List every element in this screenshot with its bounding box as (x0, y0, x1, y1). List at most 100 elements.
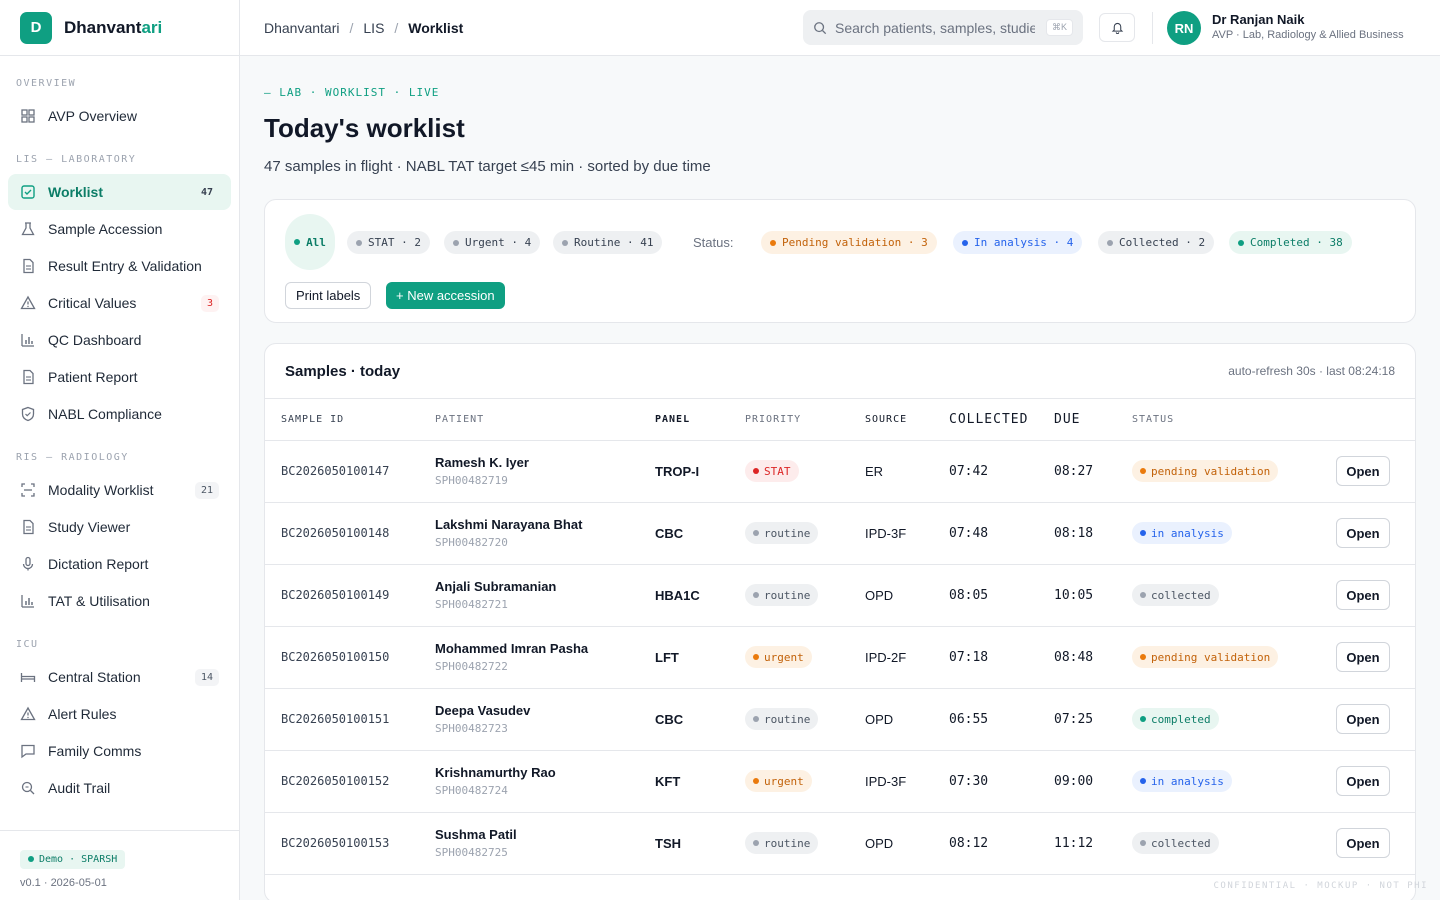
patient-name[interactable]: Anjali Subramanian (435, 579, 655, 594)
patient-cell: Deepa Vasudev SPH00482723 (435, 688, 655, 751)
due-time: 11:12 (1054, 812, 1132, 875)
filter-chip-all[interactable]: All (285, 214, 335, 270)
column-header[interactable]: COLLECTED (949, 399, 1054, 441)
table-row[interactable]: BC2026050100152 Krishnamurthy Rao SPH004… (265, 750, 1415, 813)
action-cell: Open (1336, 688, 1415, 751)
brand-name: Dhanvantari (64, 17, 163, 37)
user-info[interactable]: Dr Ranjan Naik AVP · Lab, Radiology & Al… (1212, 12, 1404, 41)
status-cell: completed (1132, 688, 1336, 751)
breadcrumb-item[interactable]: Dhanvantari (264, 20, 340, 36)
open-button[interactable]: Open (1336, 704, 1390, 734)
column-header[interactable]: PATIENT (435, 399, 655, 441)
table-row[interactable]: BC2026050100148 Lakshmi Narayana Bhat SP… (265, 502, 1415, 565)
microphone-icon (20, 556, 36, 572)
print-labels-button[interactable]: Print labels (285, 282, 372, 309)
open-button[interactable]: Open (1336, 456, 1390, 486)
notifications-button[interactable] (1099, 13, 1135, 42)
sidebar-item-worklist[interactable]: Worklist 47 (8, 174, 231, 210)
version-label: v0.1 · 2026-05-01 (20, 876, 107, 889)
avatar[interactable]: RN (1167, 11, 1201, 45)
column-header[interactable]: DUE (1054, 399, 1132, 441)
status-dot (1140, 468, 1146, 474)
search-input[interactable] (835, 19, 1035, 36)
sidebar-footer: Demo · SPARSH v0.1 · 2026-05-01 (0, 830, 239, 900)
watermark: CONFIDENTIAL · MOCKUP · NOT PHI (1213, 881, 1428, 891)
column-header[interactable]: PRIORITY (745, 399, 865, 441)
priority-dot (753, 468, 759, 474)
filter-chip-urgent[interactable]: Urgent · 4 (444, 231, 541, 254)
bar-chart-icon (20, 332, 36, 348)
breadcrumb-separator: / (394, 19, 399, 36)
table-row[interactable]: BC2026050100151 Deepa Vasudev SPH0048272… (265, 688, 1415, 751)
sidebar-item-critical-values[interactable]: Critical Values 3 (8, 285, 231, 321)
column-header[interactable]: SAMPLE ID (265, 399, 435, 441)
sample-id: BC2026050100147 (265, 440, 435, 503)
status-dot (1107, 239, 1113, 246)
due-time: 09:00 (1054, 750, 1132, 813)
patient-name[interactable]: Lakshmi Narayana Bhat (435, 517, 655, 532)
open-button[interactable]: Open (1336, 828, 1390, 858)
sidebar-item-sample-accession[interactable]: Sample Accession (8, 211, 231, 247)
patient-name[interactable]: Ramesh K. Iyer (435, 455, 655, 470)
brand-logo: D (20, 11, 52, 44)
panel-name: TSH (655, 812, 745, 875)
status-dot (1140, 592, 1146, 598)
status-dot (453, 239, 459, 246)
sidebar-item-central-station[interactable]: Central Station 14 (8, 659, 231, 695)
priority-dot (753, 840, 759, 846)
column-header[interactable]: STATUS (1132, 399, 1336, 441)
filter-chip-collected[interactable]: Collected · 2 (1098, 231, 1215, 254)
priority-cell: urgent (745, 750, 865, 813)
breadcrumb-separator: / (349, 19, 354, 36)
priority-badge: urgent (745, 770, 812, 792)
table-row[interactable]: BC2026050100153 Sushma Patil SPH00482725… (265, 812, 1415, 875)
patient-name[interactable]: Mohammed Imran Pasha (435, 641, 655, 656)
sidebar-item-label: Patient Report (48, 369, 138, 385)
sidebar-item-audit-trail[interactable]: Audit Trail (8, 770, 231, 806)
sidebar-item-result-entry-validation[interactable]: Result Entry & Validation (8, 248, 231, 284)
table-row[interactable]: BC2026050100147 Ramesh K. Iyer SPH004827… (265, 440, 1415, 503)
source: ER (865, 440, 949, 503)
filter-chip-analysis[interactable]: In analysis · 4 (953, 231, 1083, 254)
open-button[interactable]: Open (1336, 518, 1390, 548)
patient-name[interactable]: Deepa Vasudev (435, 703, 655, 718)
patient-name[interactable]: Sushma Patil (435, 827, 655, 842)
patient-name[interactable]: Krishnamurthy Rao (435, 765, 655, 780)
sidebar-item-tat-utilisation[interactable]: TAT & Utilisation (8, 583, 231, 619)
column-header[interactable]: PANEL (655, 399, 745, 441)
new-accession-button[interactable]: + New accession (386, 282, 505, 309)
sidebar-item-avp-overview[interactable]: AVP Overview (8, 98, 231, 134)
filter-chip-routine[interactable]: Routine · 41 (553, 231, 663, 254)
sidebar-item-family-comms[interactable]: Family Comms (8, 733, 231, 769)
open-button[interactable]: Open (1336, 580, 1390, 610)
patient-cell: Ramesh K. Iyer SPH00482719 (435, 440, 655, 503)
priority-dot (753, 778, 759, 784)
filter-bar: All STAT · 2 Urgent · 4 Routine · 41 Sta… (264, 199, 1416, 323)
panel-name: TROP-I (655, 440, 745, 503)
column-header[interactable]: SOURCE (865, 399, 949, 441)
bar-chart-icon (20, 593, 36, 609)
sidebar-item-alert-rules[interactable]: Alert Rules (8, 696, 231, 732)
status-cell: in analysis (1132, 750, 1336, 813)
brand[interactable]: D Dhanvantari (0, 0, 239, 56)
sidebar-item-dictation-report[interactable]: Dictation Report (8, 546, 231, 582)
collected-time: 08:05 (949, 564, 1054, 627)
sidebar-item-qc-dashboard[interactable]: QC Dashboard (8, 322, 231, 358)
table-row[interactable]: BC2026050100149 Anjali Subramanian SPH00… (265, 564, 1415, 627)
sidebar-item-nabl-compliance[interactable]: NABL Compliance (8, 396, 231, 432)
filter-chip-completed[interactable]: Completed · 38 (1229, 231, 1352, 254)
filter-chip-stat[interactable]: STAT · 2 (347, 231, 430, 254)
sidebar-item-patient-report[interactable]: Patient Report (8, 359, 231, 395)
sidebar-item-study-viewer[interactable]: Study Viewer (8, 509, 231, 545)
search-box[interactable]: ⌘K (803, 10, 1083, 45)
nav-count-badge: 47 (200, 186, 213, 198)
shortcut-hint: ⌘K (1045, 19, 1073, 36)
open-button[interactable]: Open (1336, 642, 1390, 672)
document-icon (20, 519, 36, 535)
filter-chip-pending[interactable]: Pending validation · 3 (761, 231, 937, 254)
status-dot (1140, 778, 1146, 784)
open-button[interactable]: Open (1336, 766, 1390, 796)
breadcrumb-item[interactable]: LIS (363, 20, 384, 36)
sidebar-item-modality-worklist[interactable]: Modality Worklist 21 (8, 472, 231, 508)
table-row[interactable]: BC2026050100150 Mohammed Imran Pasha SPH… (265, 626, 1415, 689)
